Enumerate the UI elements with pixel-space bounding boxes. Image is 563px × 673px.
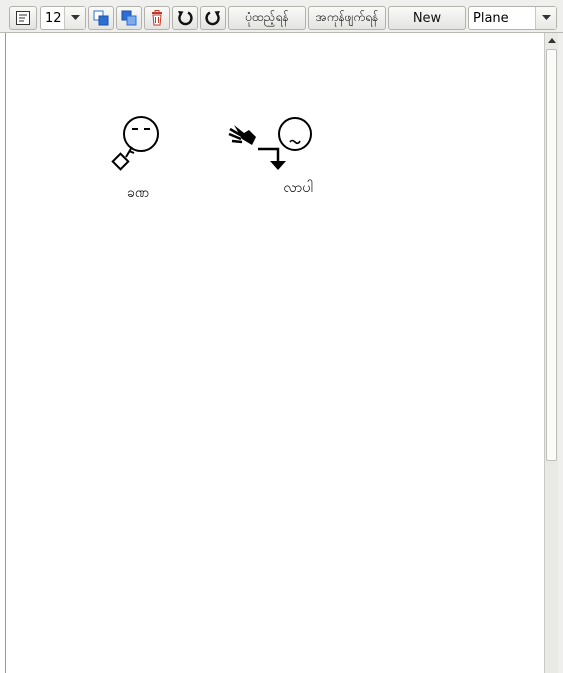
vertical-scrollbar[interactable]: [544, 33, 558, 673]
text-format-icon: [16, 11, 30, 25]
new-button[interactable]: New: [388, 6, 466, 30]
delete-all-button[interactable]: အကုန်ဖျက်ရန်: [308, 6, 386, 30]
chevron-down-icon[interactable]: [64, 7, 85, 29]
window-edge: [558, 33, 563, 673]
font-size-value: 12: [45, 10, 62, 26]
send-backward-button[interactable]: [116, 6, 142, 30]
mode-value: Plane: [473, 10, 509, 26]
scroll-up-icon[interactable]: [545, 33, 558, 47]
font-size-select[interactable]: 12: [40, 6, 86, 30]
bring-forward-icon: [93, 10, 109, 26]
undo-button[interactable]: [172, 6, 198, 30]
redo-button[interactable]: [200, 6, 226, 30]
format-text-button[interactable]: [9, 6, 37, 30]
sign-come-symbol[interactable]: [226, 115, 318, 171]
redo-icon: [205, 11, 220, 26]
sign-gloss: လာပါ: [283, 180, 313, 196]
mode-select[interactable]: Plane: [468, 6, 557, 30]
delete-item-button[interactable]: [144, 6, 170, 30]
trash-icon: [152, 10, 162, 26]
sign-wait-symbol[interactable]: [106, 113, 166, 175]
send-backward-icon: [121, 10, 137, 26]
scrollbar-thumb[interactable]: [546, 49, 557, 461]
insert-image-button[interactable]: ပုံထည့်ရန်: [228, 6, 306, 30]
toolbar: 12 ပုံထည့်ရန် အကုန်ဖျက်ရန် New Plane: [0, 0, 563, 33]
chevron-down-icon[interactable]: [535, 7, 556, 29]
undo-icon: [178, 11, 193, 26]
signing-canvas[interactable]: ခဏ လာပါ: [5, 33, 544, 673]
sign-gloss: ခဏ: [127, 185, 149, 201]
bring-forward-button[interactable]: [88, 6, 114, 30]
